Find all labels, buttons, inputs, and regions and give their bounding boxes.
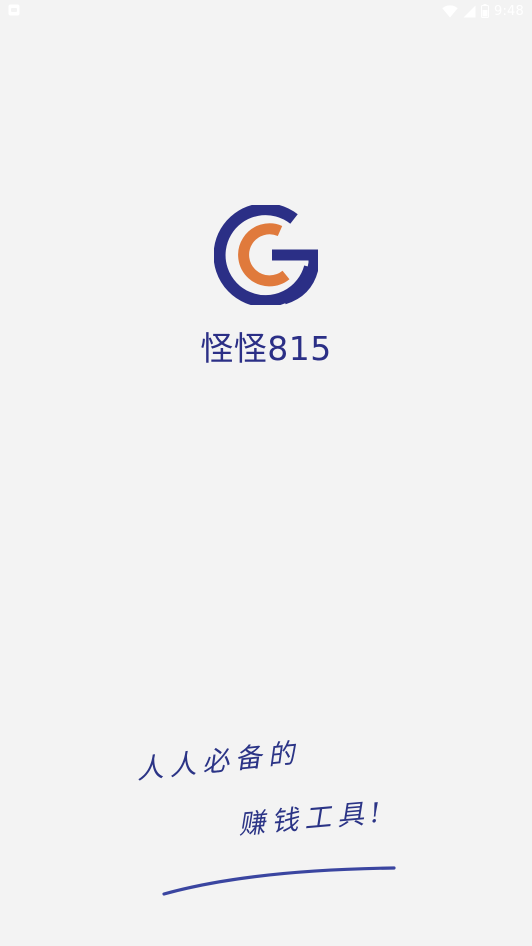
slogan-line-2: 赚钱工具!: [236, 797, 388, 841]
slogan-underline: [162, 866, 396, 896]
wifi-icon: [442, 4, 458, 17]
battery-icon: [481, 4, 489, 18]
slogan-line-1: 人人必备的: [134, 737, 303, 786]
cell-signal-icon: [463, 5, 476, 17]
notification-icon: [8, 4, 20, 16]
app-logo-icon: [214, 205, 318, 305]
app-name: 怪怪815: [200, 329, 332, 368]
status-bar: 9:48: [0, 0, 532, 22]
status-right: 9:48: [442, 2, 524, 20]
status-time: 9:48: [494, 3, 524, 19]
